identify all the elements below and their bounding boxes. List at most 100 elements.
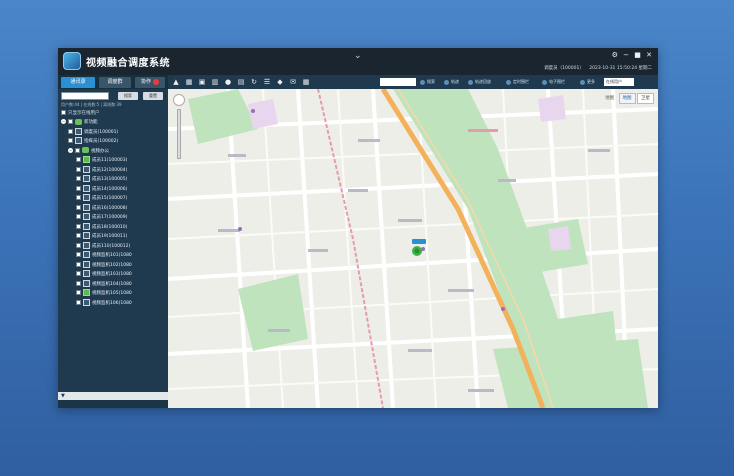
tree-node[interactable]: 视频监机105(1080 (76, 289, 132, 298)
stack-icon[interactable]: ◆ (276, 78, 284, 86)
checkbox[interactable] (76, 176, 81, 181)
tree-node[interactable]: 成员14(100006) (76, 184, 128, 194)
tab-contacts[interactable]: 通讯录 (61, 77, 95, 88)
tree-node[interactable]: 视频监机102(1080 (76, 260, 132, 270)
tree-node-label: 视频办公 (91, 148, 109, 154)
tree-node[interactable]: 视频监机101(1080 (76, 251, 132, 260)
tree-node[interactable]: 调度员(100001) (68, 127, 118, 137)
checkbox[interactable] (75, 147, 80, 153)
track-button[interactable]: 轨迹 (444, 78, 459, 86)
tab-groups[interactable]: 调度群 (99, 77, 131, 88)
tree-node[interactable]: 成员12(100004) (76, 165, 127, 175)
building-icon[interactable]: ▣ (198, 78, 206, 86)
tree-node[interactable]: 成员19(100011) (76, 232, 127, 241)
app-title: 视频融合调度系统 (86, 58, 170, 69)
tree-node[interactable]: 成员18(100010) (76, 222, 127, 232)
grid-icon[interactable]: ▦ (302, 78, 310, 86)
minimize-icon[interactable]: − (623, 51, 629, 59)
more-button[interactable]: 更多 (580, 78, 595, 86)
device-icon (83, 289, 90, 296)
person-icon[interactable]: ● (224, 78, 232, 86)
checkbox[interactable] (68, 128, 73, 134)
datetime: 2023-10-31 15:50:24 星期二 (589, 66, 652, 71)
e-fence-button[interactable]: 电子围栏 (542, 78, 565, 86)
track-replay-button[interactable]: 轨迹回放 (468, 78, 491, 86)
search-button[interactable]: 搜索 (118, 92, 138, 100)
checkbox[interactable] (76, 214, 81, 219)
checkbox[interactable] (76, 299, 81, 305)
tree-node-label: 成员17(100009) (92, 215, 128, 220)
chevron-down-icon[interactable]: ⌄ (354, 51, 362, 61)
user-name: 调度员（100001） (544, 66, 584, 71)
clipboard-icon[interactable]: ▤ (237, 78, 245, 86)
checkbox[interactable] (76, 280, 81, 286)
tree-node-label: 成员15(100007) (92, 196, 128, 201)
checkbox[interactable] (76, 242, 81, 248)
checkbox[interactable] (76, 157, 81, 162)
tree-node[interactable]: 成员110(100012) (76, 241, 130, 251)
tree-node[interactable]: − 新功能 (61, 118, 98, 127)
chart-icon[interactable]: ▥ (211, 78, 219, 86)
settings-icon[interactable]: ⚙ (612, 51, 618, 59)
tree-node-label: 新功能 (84, 120, 98, 125)
checkbox[interactable] (76, 271, 81, 276)
checkbox[interactable] (76, 223, 81, 229)
timed-fence-button[interactable]: 定时围栏 (506, 78, 529, 86)
tree-node[interactable]: 视频监机104(1080 (76, 279, 132, 289)
collapse-icon[interactable]: − (61, 119, 66, 124)
checkbox[interactable] (76, 204, 81, 210)
map-type-switch: 地图 地图 卫星 (602, 93, 654, 104)
refresh-icon[interactable]: ↻ (250, 78, 258, 86)
tree-node[interactable]: 成员13(100005) (76, 175, 127, 184)
tree-node-label: 成员14(100006) (92, 186, 128, 192)
device-icon (83, 194, 90, 201)
device-icon (83, 156, 90, 163)
panel-divider-bar[interactable]: ▼ (58, 392, 168, 400)
tree-node[interactable]: − 视频办公 (68, 147, 109, 156)
filter-icon[interactable]: ☰ (263, 78, 271, 86)
checkbox[interactable] (61, 110, 66, 115)
reset-button[interactable]: 重置 (143, 92, 163, 100)
device-icon (83, 175, 90, 182)
checkbox[interactable] (76, 290, 81, 295)
back-icon[interactable]: ▲ (172, 78, 180, 86)
map-type-map[interactable]: 地图 (618, 93, 636, 104)
map-type-satellite[interactable]: 卫星 (637, 93, 654, 104)
map-search-input[interactable] (380, 78, 416, 86)
tab-collab-label: 协作 (140, 79, 151, 85)
checkbox[interactable] (68, 119, 73, 124)
checkbox[interactable] (76, 185, 81, 191)
tree-node[interactable]: 视频监机103(1080 (76, 270, 132, 279)
tree-node[interactable]: 成员17(100009) (76, 213, 127, 222)
close-icon[interactable]: ✕ (646, 51, 652, 59)
chat-icon[interactable]: ✉ (289, 78, 297, 86)
tree-node[interactable]: 成员16(100008) (76, 203, 127, 213)
map-view[interactable]: 地图 地图 卫星 (168, 89, 658, 408)
collapse-icon[interactable]: − (68, 147, 73, 153)
contact-search-input[interactable] (61, 92, 109, 100)
zoom-slider[interactable] (177, 109, 181, 159)
device-icon (83, 222, 90, 230)
lock-icon[interactable]: ■ (634, 51, 641, 59)
layers-icon[interactable]: ▦ (185, 78, 193, 86)
checkbox[interactable] (76, 261, 81, 267)
pan-control-icon[interactable] (173, 94, 185, 106)
tree-node[interactable]: 指挥员(100002) (68, 137, 118, 146)
user-status: 调度员（100001） 2023-10-31 15:50:24 星期二 (540, 65, 652, 71)
tree-node[interactable]: 视频监机106(1080 (76, 298, 132, 308)
checkbox[interactable] (76, 195, 81, 200)
tab-collab[interactable]: 协作 (135, 77, 165, 88)
checkbox[interactable] (76, 252, 81, 257)
title-bar: 视频融合调度系统 ⌄ ⚙ − ■ ✕ 调度员（100001） 2023-10-3… (58, 48, 658, 75)
user-filter-select[interactable]: 在线用户 (604, 78, 634, 86)
device-icon (83, 232, 90, 239)
checkbox[interactable] (76, 166, 81, 172)
checkbox[interactable] (68, 138, 73, 143)
tree-node[interactable]: 成员11(100003) (76, 156, 127, 165)
only-online-toggle[interactable]: 只显示在线用户 (61, 110, 100, 116)
map-search-button[interactable]: 搜索 (420, 78, 435, 86)
triangle-down-icon[interactable]: ▼ (61, 393, 65, 399)
tree-node[interactable]: 成员15(100007) (76, 194, 127, 203)
checkbox[interactable] (76, 233, 81, 238)
device-icon (83, 260, 90, 268)
